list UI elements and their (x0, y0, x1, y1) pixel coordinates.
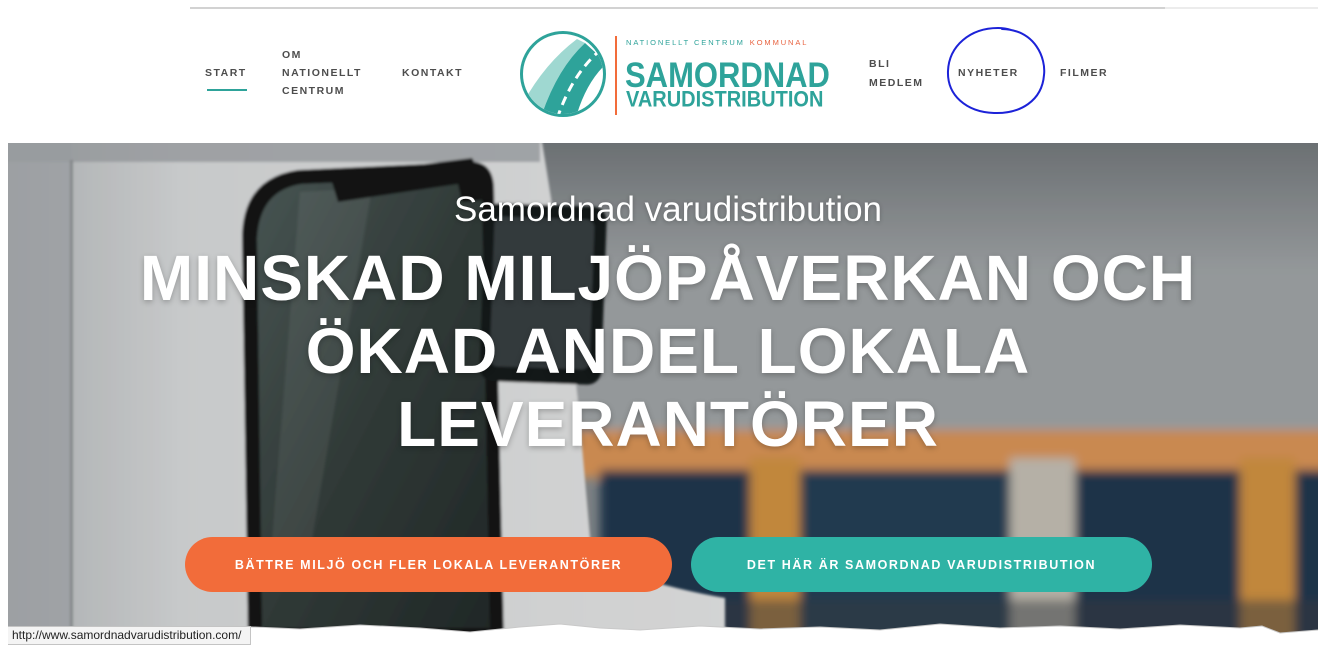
nav-item-kontakt[interactable]: KONTAKT (402, 64, 463, 82)
nav-item-nyheter[interactable]: NYHETER (958, 64, 1019, 82)
nav-item-om-nationellt-centrum[interactable]: OM NATIONELLT CENTRUM (282, 46, 362, 100)
hero-title-line: ÖKAD ANDEL LOKALA (305, 315, 1031, 387)
nav-item-label-line: NATIONELLT (282, 67, 362, 79)
hero-banner: Samordnad varudistribution MINSKAD MILJÖ… (0, 143, 1318, 647)
site-logo[interactable]: NATIONELLT CENTRUM KOMMUNAL SAMORDNAD VAR… (518, 28, 832, 120)
nav-item-kontakt-label: KONTAKT (402, 67, 464, 79)
about-samordnad-button-label: DET HÄR ÄR SAMORDNAD VARUDISTRIBUTION (746, 557, 1097, 572)
nav-item-bli-medlem[interactable]: BLI MEDLEM (869, 55, 924, 93)
hero-title: MINSKAD MILJÖPÅVERKAN OCH ÖKAD ANDEL LOK… (18, 242, 1318, 461)
hero-subtitle: Samordnad varudistribution (453, 190, 882, 229)
nav-item-label-line: MEDLEM (869, 77, 924, 89)
nav-item-label-line: OM (282, 49, 302, 61)
browser-status-url: http://www.samordnadvarudistribution.com… (8, 626, 252, 645)
logo-divider (615, 36, 617, 115)
nav-item-label-line: BLI (869, 58, 891, 70)
nav-item-label-line: CENTRUM (282, 85, 345, 97)
logo-tagline-highlight: KOMMUNAL (749, 38, 809, 47)
nav-item-start[interactable]: START (205, 64, 247, 82)
better-environment-button-label: BÄTTRE MILJÖ OCH FLER LOKALA LEVERANTÖRE… (234, 557, 623, 572)
site-header: START OM NATIONELLT CENTRUM KONTAKT NATI… (0, 0, 1318, 143)
nav-item-filmer[interactable]: FILMER (1060, 64, 1108, 82)
logo-tagline: NATIONELLT CENTRUM KOMMUNAL (626, 38, 808, 47)
about-samordnad-button[interactable]: DET HÄR ÄR SAMORDNAD VARUDISTRIBUTION (691, 537, 1152, 592)
better-environment-button[interactable]: BÄTTRE MILJÖ OCH FLER LOKALA LEVERANTÖRE… (185, 537, 672, 592)
logo-tagline-text: NATIONELLT CENTRUM (626, 38, 745, 47)
logo-name-line2: VARUDISTRIBUTION (626, 87, 824, 113)
hero-title-line: MINSKAD MILJÖPÅVERKAN OCH (139, 242, 1197, 314)
nav-item-nyheter-label: NYHETER (958, 67, 1019, 79)
nav-active-underline (207, 89, 247, 91)
hero-title-line: LEVERANTÖRER (397, 388, 939, 460)
nav-item-start-label: START (205, 67, 247, 79)
road-circle-icon (520, 31, 606, 117)
nav-item-filmer-label: FILMER (1060, 67, 1109, 79)
